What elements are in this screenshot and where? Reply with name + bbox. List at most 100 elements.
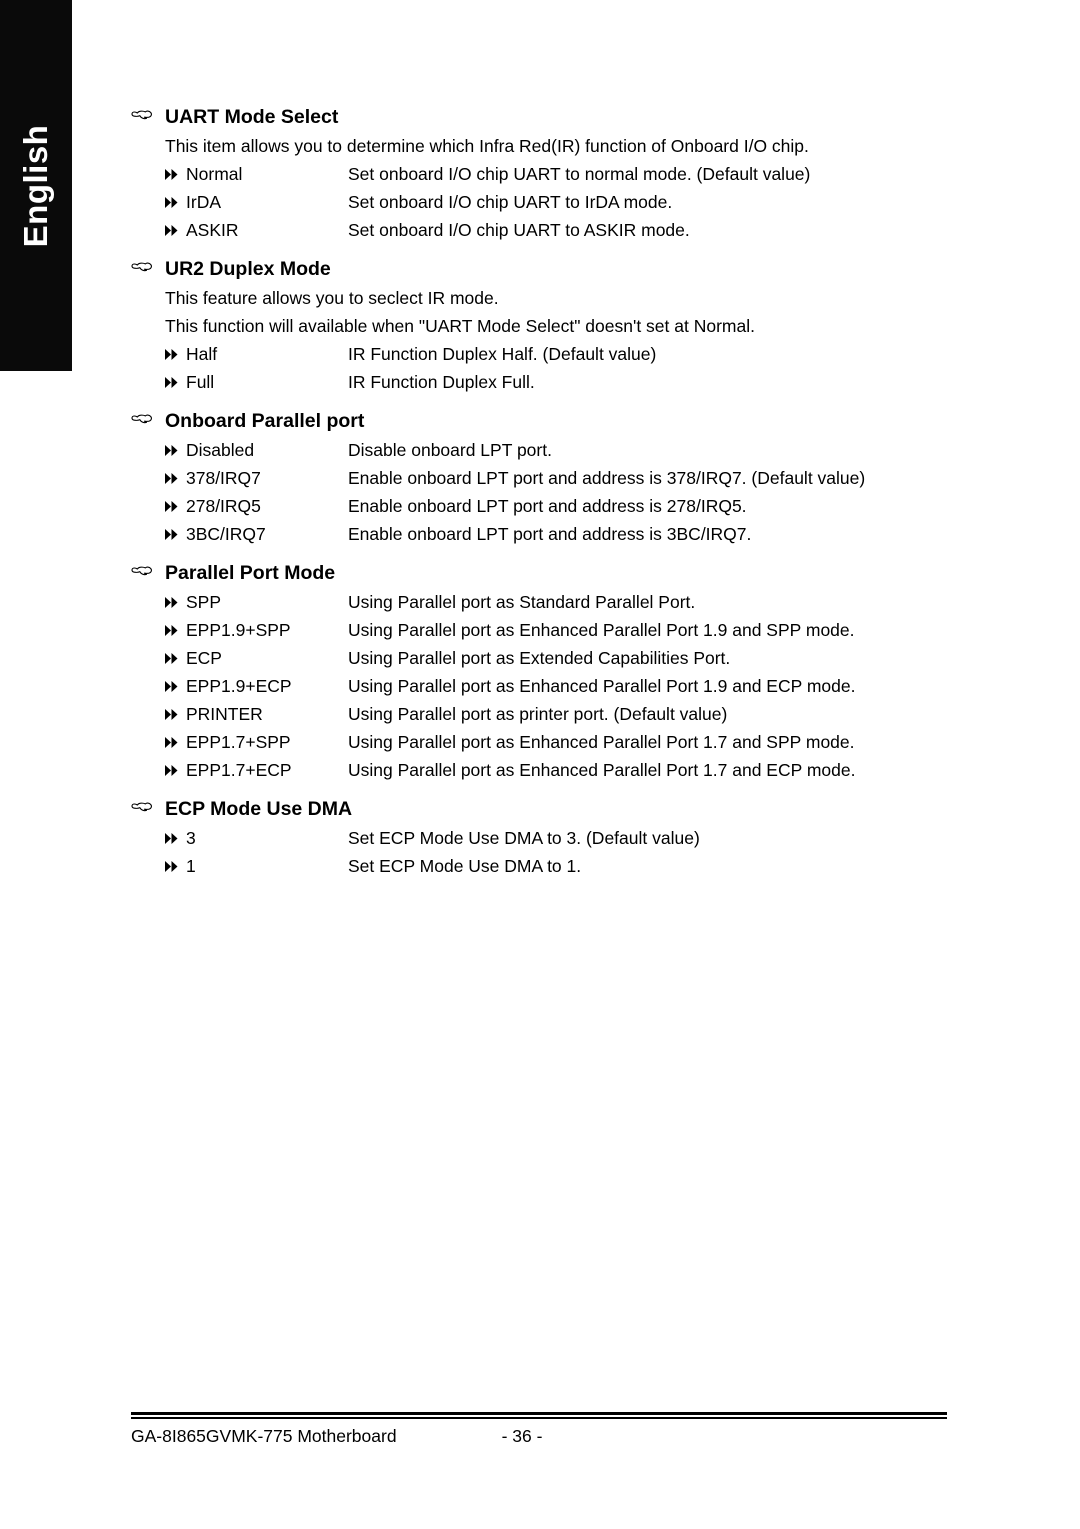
section-heading-label: Onboard Parallel port	[165, 410, 365, 432]
page-content: UART Mode Select This item allows you to …	[131, 104, 951, 880]
footer-rule-thin	[131, 1417, 947, 1419]
double-triangle-right-icon	[165, 436, 181, 464]
manual-section: ECP Mode Use DMA 3 Set ECP Mode Use DMA to…	[131, 796, 951, 880]
footer-row: GA-8I865GVMK-775 Motherboard - 36 -	[131, 1424, 947, 1448]
option-row: 3BC/IRQ7 Enable onboard LPT port and addr…	[131, 520, 951, 548]
section-heading: UR2 Duplex Mode	[131, 256, 951, 284]
option-description: Set onboard I/O chip UART to IrDA mode.	[348, 192, 673, 212]
option-row: SPP Using Parallel port as Standard Paral…	[131, 588, 951, 616]
section-paragraph: This feature allows you to seclect IR mo…	[165, 288, 499, 308]
option-name: 1	[186, 856, 196, 876]
manual-section: Onboard Parallel port Disabled Disable onb…	[131, 408, 951, 548]
option-row: EPP1.7+ECP Using Parallel port as Enhance…	[131, 756, 951, 784]
footer-page-number: - 36 -	[501, 1426, 543, 1446]
option-description: Using Parallel port as Extended Capabili…	[348, 648, 731, 668]
double-triangle-right-icon	[165, 700, 181, 728]
option-name: EPP1.9+SPP	[186, 620, 291, 640]
section-paragraph: This function will available when "UART …	[165, 316, 755, 336]
option-description: Set onboard I/O chip UART to ASKIR mode.	[348, 220, 690, 240]
double-triangle-right-icon	[165, 368, 181, 396]
option-row: 1 Set ECP Mode Use DMA to 1.	[131, 852, 951, 880]
option-row: Normal Set onboard I/O chip UART to norma…	[131, 160, 951, 188]
double-triangle-right-icon	[165, 728, 181, 756]
option-row: ASKIR Set onboard I/O chip UART to ASKIR …	[131, 216, 951, 244]
page-footer: GA-8I865GVMK-775 Motherboard - 36 -	[131, 1412, 947, 1448]
language-tab-label: English	[17, 124, 54, 247]
option-row: EPP1.9+SPP Using Parallel port as Enhance…	[131, 616, 951, 644]
manual-section: UART Mode Select This item allows you to …	[131, 104, 951, 244]
double-triangle-right-icon	[165, 492, 181, 520]
option-description: Using Parallel port as Enhanced Parallel…	[348, 760, 856, 780]
option-description: Disable onboard LPT port.	[348, 440, 552, 460]
section-heading: ECP Mode Use DMA	[131, 796, 951, 824]
language-tab: English	[0, 0, 72, 371]
section-heading-label: UART Mode Select	[165, 106, 339, 128]
double-triangle-right-icon	[165, 340, 181, 368]
option-description: Using Parallel port as Enhanced Parallel…	[348, 620, 855, 640]
double-triangle-right-icon	[165, 188, 181, 216]
option-row: 3 Set ECP Mode Use DMA to 3. (Default val…	[131, 824, 951, 852]
manual-section: Parallel Port Mode SPP Using Parallel port…	[131, 560, 951, 784]
manual-section: UR2 Duplex Mode This feature allows you t…	[131, 256, 951, 396]
option-description: Enable onboard LPT port and address is 2…	[348, 496, 747, 516]
double-triangle-right-icon	[165, 160, 181, 188]
option-description: Using Parallel port as printer port. (De…	[348, 704, 728, 724]
section-heading-label: UR2 Duplex Mode	[165, 258, 331, 280]
option-name: ECP	[186, 648, 222, 668]
double-triangle-right-icon	[165, 644, 181, 672]
option-row: Full IR Function Duplex Full.	[131, 368, 951, 396]
double-triangle-right-icon	[165, 756, 181, 784]
option-row: IrDA Set onboard I/O chip UART to IrDA mo…	[131, 188, 951, 216]
pointing-hand-icon	[131, 408, 165, 427]
option-description: Enable onboard LPT port and address is 3…	[348, 524, 752, 544]
option-name: Normal	[186, 164, 243, 184]
option-description: IR Function Duplex Full.	[348, 372, 535, 392]
option-name: SPP	[186, 592, 222, 612]
option-row: 278/IRQ5 Enable onboard LPT port and addr…	[131, 492, 951, 520]
option-name: Disabled	[186, 440, 255, 460]
option-description: Using Parallel port as Standard Parallel…	[348, 592, 696, 612]
manual-page: English UART Mode Select This item allows…	[0, 0, 1080, 1529]
option-name: ASKIR	[186, 220, 239, 240]
option-row: EPP1.9+ECP Using Parallel port as Enhance…	[131, 672, 951, 700]
option-name: EPP1.7+SPP	[186, 732, 291, 752]
section-heading: Parallel Port Mode	[131, 560, 951, 588]
pointing-hand-icon	[131, 796, 165, 815]
section-heading: Onboard Parallel port	[131, 408, 951, 436]
option-name: 378/IRQ7	[186, 468, 261, 488]
double-triangle-right-icon	[165, 216, 181, 244]
footer-product-name: GA-8I865GVMK-775 Motherboard	[131, 1426, 397, 1446]
option-name: EPP1.7+ECP	[186, 760, 292, 780]
option-row: Disabled Disable onboard LPT port.	[131, 436, 951, 464]
option-name: PRINTER	[186, 704, 263, 724]
section-heading-label: Parallel Port Mode	[165, 562, 336, 584]
option-row: PRINTER Using Parallel port as printer po…	[131, 700, 951, 728]
option-name: 3	[186, 828, 196, 848]
option-description: Using Parallel port as Enhanced Parallel…	[348, 732, 855, 752]
option-description: Enable onboard LPT port and address is 3…	[348, 468, 866, 488]
option-name: Full	[186, 372, 215, 392]
double-triangle-right-icon	[165, 588, 181, 616]
section-heading: UART Mode Select	[131, 104, 951, 132]
option-description: Using Parallel port as Enhanced Parallel…	[348, 676, 856, 696]
option-name: IrDA	[186, 192, 221, 212]
option-name: 278/IRQ5	[186, 496, 261, 516]
double-triangle-right-icon	[165, 852, 181, 880]
option-description: IR Function Duplex Half. (Default value)	[348, 344, 657, 364]
double-triangle-right-icon	[165, 464, 181, 492]
pointing-hand-icon	[131, 560, 165, 579]
option-row: 378/IRQ7 Enable onboard LPT port and addr…	[131, 464, 951, 492]
option-description: Set ECP Mode Use DMA to 3. (Default valu…	[348, 828, 700, 848]
option-name: EPP1.9+ECP	[186, 676, 292, 696]
option-description: Set ECP Mode Use DMA to 1.	[348, 856, 582, 876]
option-row: ECP Using Parallel port as Extended Capab…	[131, 644, 951, 672]
double-triangle-right-icon	[165, 520, 181, 548]
option-name: 3BC/IRQ7	[186, 524, 266, 544]
double-triangle-right-icon	[165, 672, 181, 700]
section-heading-label: ECP Mode Use DMA	[165, 798, 353, 820]
pointing-hand-icon	[131, 104, 165, 123]
section-paragraph: This item allows you to determine which …	[165, 136, 809, 156]
option-name: Half	[186, 344, 218, 364]
option-row: EPP1.7+SPP Using Parallel port as Enhance…	[131, 728, 951, 756]
double-triangle-right-icon	[165, 616, 181, 644]
